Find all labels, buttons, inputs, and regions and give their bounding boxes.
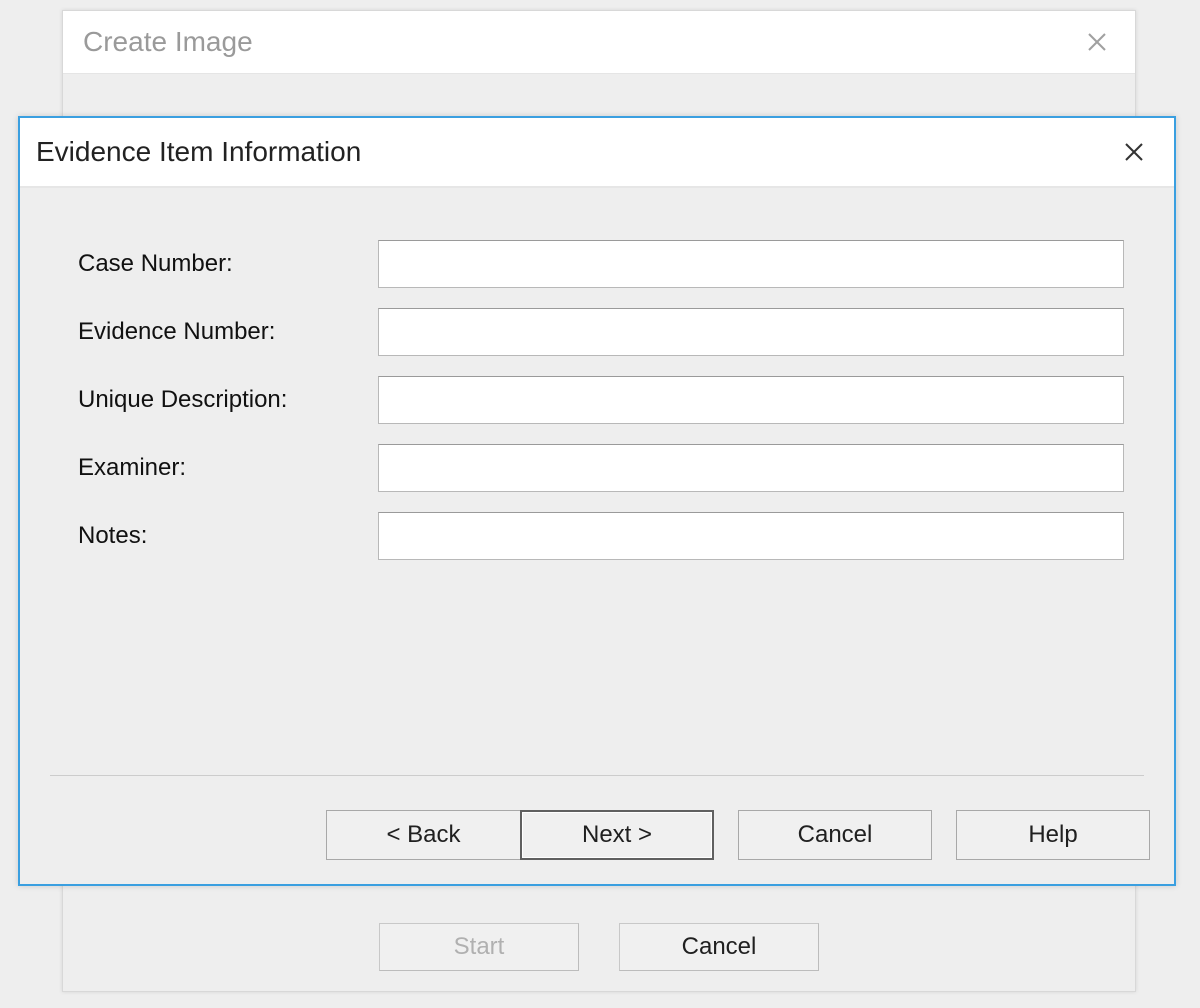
cancel-button[interactable]: Cancel <box>619 923 819 971</box>
evidence-number-input[interactable] <box>378 308 1124 356</box>
unique-description-input[interactable] <box>378 376 1124 424</box>
create-image-button-row: Start Cancel <box>63 923 1135 971</box>
evidence-form: Case Number: Evidence Number: Unique Des… <box>20 188 1174 562</box>
cancel-button[interactable]: Cancel <box>738 810 932 860</box>
examiner-input[interactable] <box>378 444 1124 492</box>
unique-description-row: Unique Description: <box>78 374 1124 426</box>
evidence-number-row: Evidence Number: <box>78 306 1124 358</box>
close-icon[interactable] <box>1077 22 1117 62</box>
start-button: Start <box>379 923 579 971</box>
notes-label: Notes: <box>78 522 378 550</box>
examiner-row: Examiner: <box>78 442 1124 494</box>
wizard-button-row: < Back Next > Cancel Help <box>326 810 1150 860</box>
evidence-dialog-title: Evidence Item Information <box>36 136 361 168</box>
next-button[interactable]: Next > <box>520 810 714 860</box>
notes-input[interactable] <box>378 512 1124 560</box>
case-number-label: Case Number: <box>78 250 378 278</box>
help-button[interactable]: Help <box>956 810 1150 860</box>
nav-button-group: < Back Next > <box>326 810 714 860</box>
case-number-row: Case Number: <box>78 238 1124 290</box>
evidence-dialog-titlebar: Evidence Item Information <box>20 118 1174 188</box>
unique-description-label: Unique Description: <box>78 386 378 414</box>
evidence-item-information-dialog: Evidence Item Information Case Number: E… <box>18 116 1176 886</box>
create-image-title: Create Image <box>83 26 253 58</box>
create-image-titlebar: Create Image <box>63 11 1135 74</box>
evidence-number-label: Evidence Number: <box>78 318 378 346</box>
examiner-label: Examiner: <box>78 454 378 482</box>
back-button[interactable]: < Back <box>326 810 520 860</box>
case-number-input[interactable] <box>378 240 1124 288</box>
notes-row: Notes: <box>78 510 1124 562</box>
close-icon[interactable] <box>1114 132 1154 172</box>
separator <box>50 775 1144 776</box>
